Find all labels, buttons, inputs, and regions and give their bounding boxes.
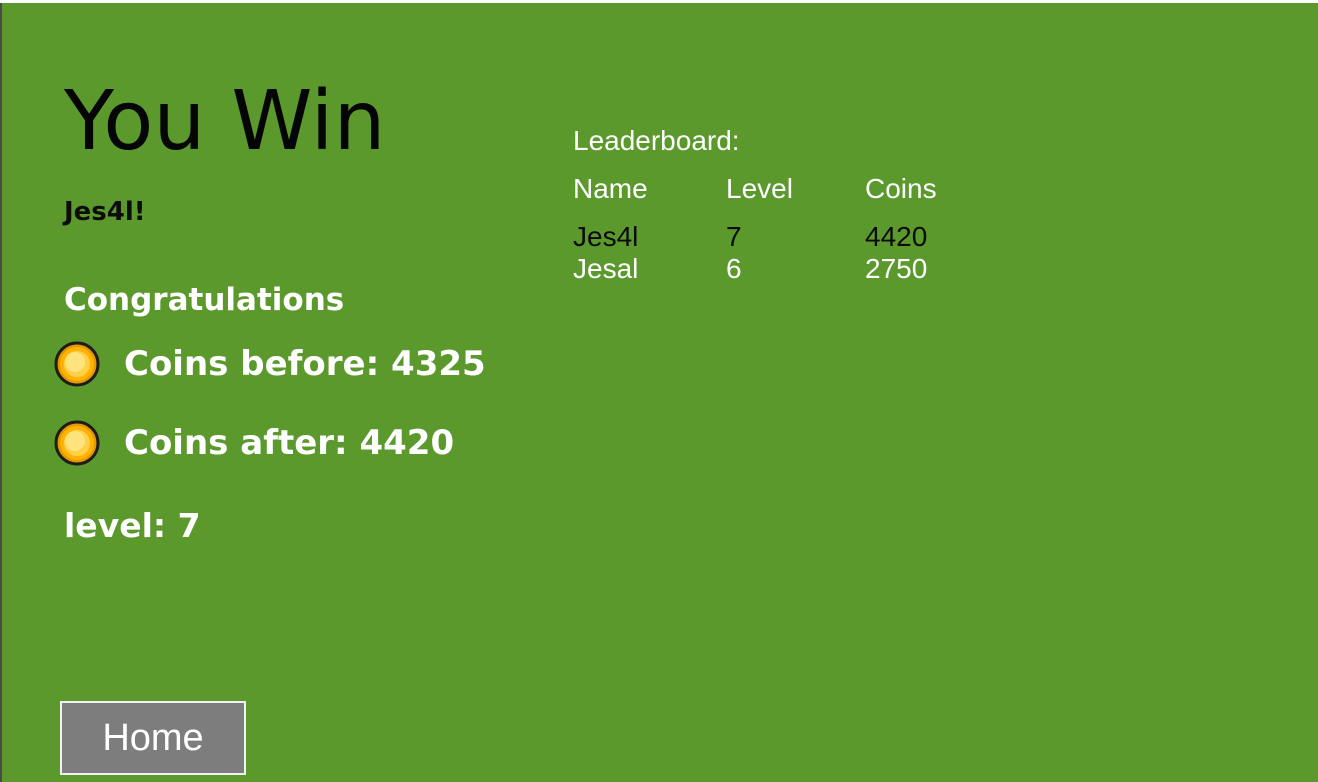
leaderboard: Leaderboard: Name Level Coins Jes4l 7 44… xyxy=(573,123,937,284)
row-level: 7 xyxy=(726,221,742,252)
table-row: Jesal 6 2750 xyxy=(573,253,993,285)
game-screen: You Win Jes4l! Congratulations Coins bef… xyxy=(0,0,1318,782)
home-button[interactable]: Home xyxy=(60,701,246,775)
row-name: Jesal xyxy=(573,253,639,284)
leaderboard-title: Leaderboard: xyxy=(573,125,740,156)
leaderboard-table: Name Level Coins Jes4l 7 4420 Jesal 6 27… xyxy=(573,173,993,285)
win-panel: You Win Jes4l! Congratulations Coins bef… xyxy=(0,3,1318,782)
coin-icon xyxy=(54,341,100,387)
congratulations-text: Congratulations xyxy=(64,282,345,318)
page-title: You Win xyxy=(64,74,386,169)
coins-after-row: Coins after: 4420 xyxy=(54,419,454,467)
row-coins: 2750 xyxy=(865,253,928,284)
coins-before-text: Coins before: 4325 xyxy=(124,344,486,384)
table-row: Jes4l 7 4420 xyxy=(573,221,993,253)
row-level: 6 xyxy=(726,253,742,284)
player-name: Jes4l! xyxy=(64,197,146,227)
column-header-name: Name xyxy=(573,173,648,204)
column-header-coins: Coins xyxy=(865,173,937,204)
coin-icon xyxy=(54,420,100,466)
row-coins: 4420 xyxy=(865,221,928,252)
row-name: Jes4l xyxy=(573,221,639,252)
leaderboard-header-row: Name Level Coins xyxy=(573,173,993,221)
column-header-level: Level xyxy=(726,173,793,204)
coins-before-row: Coins before: 4325 xyxy=(54,340,486,388)
level-text: level: 7 xyxy=(64,506,201,545)
coins-after-text: Coins after: 4420 xyxy=(124,423,455,463)
